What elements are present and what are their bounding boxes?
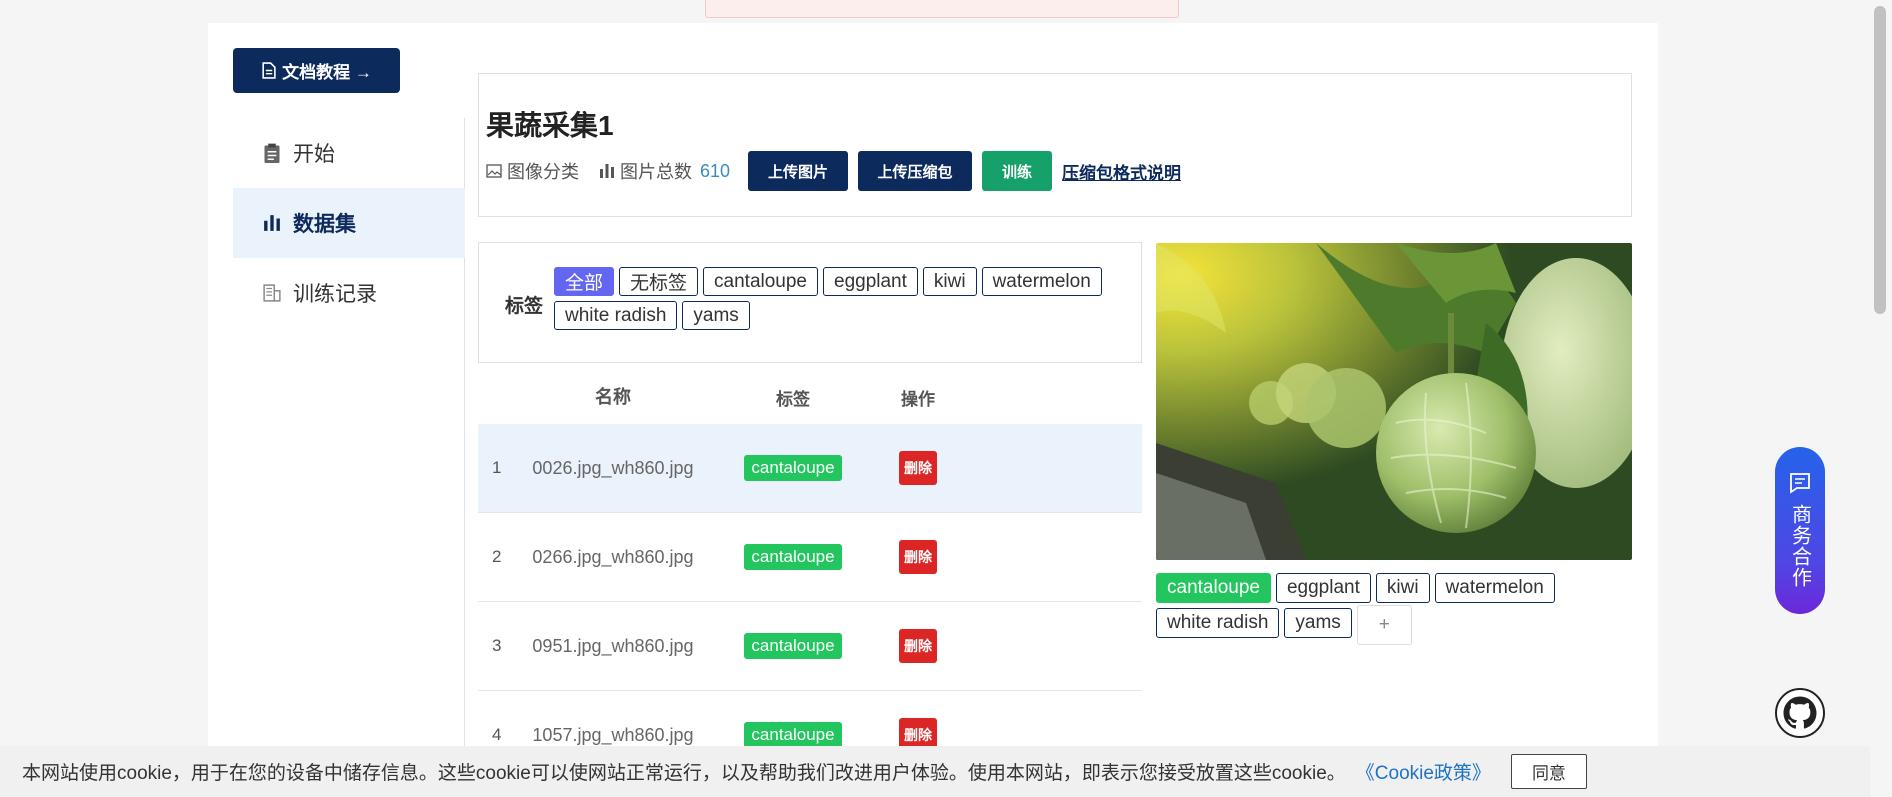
sidebar-item-training-records[interactable]: 训练记录 <box>233 258 465 328</box>
row-label-badge: cantaloupe <box>744 544 842 570</box>
docs-tutorial-button[interactable]: 文档教程 → <box>233 48 400 93</box>
tag-filter-eggplant[interactable]: eggplant <box>823 267 918 296</box>
tag-filter-kiwi[interactable]: kiwi <box>922 267 977 296</box>
table-header: 名称 标签 操作 <box>478 370 1142 424</box>
cookie-text: 本网站使用cookie，用于在您的设备中储存信息。这些cookie可以使网站正常… <box>22 763 1346 784</box>
zip-format-link[interactable]: 压缩包格式说明 <box>1062 159 1181 184</box>
row-label-badge: cantaloupe <box>744 633 842 659</box>
row-filename: 0026.jpg_wh860.jpg <box>532 458 694 478</box>
dataset-type-label: 图像分类 <box>507 162 579 182</box>
business-cooperation-button[interactable]: 商务合作 <box>1775 447 1825 614</box>
tag-filter-white-radish[interactable]: white radish <box>554 301 678 330</box>
document-icon <box>262 62 276 79</box>
sidebar-item-dataset[interactable]: 数据集 <box>233 188 465 258</box>
dataset-type: 图像分类 <box>486 158 579 184</box>
image-table: 名称 标签 操作 1 0026.jpg_wh860.jpg cantaloupe… <box>478 370 1142 780</box>
row-index: 3 <box>492 636 502 655</box>
preview-tag-yams[interactable]: yams <box>1284 608 1352 638</box>
preview-tag-watermelon[interactable]: watermelon <box>1434 573 1555 603</box>
sidebar: 开始 数据集 训练记录 <box>233 118 465 328</box>
bar-chart-icon <box>600 164 614 178</box>
row-filename: 0266.jpg_wh860.jpg <box>532 547 694 567</box>
table-row[interactable]: 3 0951.jpg_wh860.jpg cantaloupe 删除 <box>478 602 1142 691</box>
tags-label: 标签 <box>505 296 544 317</box>
label-header: 标签 <box>776 389 810 409</box>
dataset-count-label: 图片总数 <box>620 162 692 182</box>
cookie-policy-link[interactable]: 《Cookie政策》 <box>1356 758 1491 785</box>
image-icon <box>486 164 502 178</box>
tag-filter-cantaloupe[interactable]: cantaloupe <box>703 267 818 296</box>
preview-tag-kiwi[interactable]: kiwi <box>1375 573 1430 603</box>
row-filename: 0951.jpg_wh860.jpg <box>532 636 694 656</box>
sidebar-item-start[interactable]: 开始 <box>233 118 465 188</box>
delete-button[interactable]: 删除 <box>899 540 937 574</box>
upload-zip-button[interactable]: 上传压缩包 <box>858 151 973 191</box>
github-logo-icon <box>1783 696 1817 729</box>
row-index: 1 <box>492 458 502 477</box>
tag-filter-panel: 标签 全部 无标签 cantaloupe eggplant kiwi water… <box>478 242 1142 363</box>
preview-tag-white-radish[interactable]: white radish <box>1156 608 1280 638</box>
cantaloupe-photo <box>1156 243 1632 560</box>
tag-filter-yams[interactable]: yams <box>682 301 750 330</box>
tag-filter-watermelon[interactable]: watermelon <box>981 267 1102 296</box>
tag-filter-all[interactable]: 全部 <box>554 267 615 296</box>
page-scrollbar[interactable] <box>1874 6 1886 314</box>
preview-tag-list: cantaloupe eggplant kiwi watermelon whit… <box>1156 573 1632 645</box>
cookie-agree-button[interactable]: 同意 <box>1510 754 1587 789</box>
table-row[interactable]: 1 0026.jpg_wh860.jpg cantaloupe 删除 <box>478 424 1142 513</box>
sidebar-item-label: 训练记录 <box>293 283 377 306</box>
preview-tag-eggplant[interactable]: eggplant <box>1275 573 1371 603</box>
train-button[interactable]: 训练 <box>982 151 1053 191</box>
add-tag-button[interactable]: + <box>1356 605 1412 645</box>
row-label-badge: cantaloupe <box>744 722 842 748</box>
preview-tag-cantaloupe[interactable]: cantaloupe <box>1156 573 1271 603</box>
top-alert-bar <box>705 0 1179 18</box>
tag-filter-list: 全部 无标签 cantaloupe eggplant kiwi watermel… <box>554 267 1114 330</box>
dataset-meta: 图像分类 图片总数 610 上传图片 上传压缩包 训练 压缩包格式说明 <box>486 151 1181 191</box>
dataset-header: 果蔬采集1 图像分类 图片总数 610 上传图片 上传压缩包 训练 压缩包格式说… <box>478 73 1632 217</box>
dataset-count: 图片总数 <box>599 158 692 184</box>
docs-tutorial-label: 文档教程 → <box>282 63 372 82</box>
clipboard-icon <box>264 143 280 163</box>
sidebar-item-label: 数据集 <box>293 213 356 236</box>
cookie-banner: 本网站使用cookie，用于在您的设备中储存信息。这些cookie可以使网站正常… <box>0 746 1870 797</box>
row-index: 2 <box>492 547 502 566</box>
name-header: 名称 <box>595 387 631 407</box>
document-icon <box>263 284 281 302</box>
action-header: 操作 <box>901 389 935 409</box>
row-index: 4 <box>492 725 502 744</box>
row-label-badge: cantaloupe <box>744 455 842 481</box>
delete-button[interactable]: 删除 <box>899 451 937 485</box>
bar-chart-icon <box>264 215 280 231</box>
tag-filter-unlabeled[interactable]: 无标签 <box>619 267 699 296</box>
upload-image-button[interactable]: 上传图片 <box>748 151 849 191</box>
dataset-title: 果蔬采集1 <box>486 110 614 141</box>
image-preview <box>1156 243 1632 560</box>
delete-button[interactable]: 删除 <box>899 629 937 663</box>
sidebar-item-label: 开始 <box>293 143 335 166</box>
table-row[interactable]: 2 0266.jpg_wh860.jpg cantaloupe 删除 <box>478 513 1142 602</box>
dataset-count-value: 610 <box>700 160 731 181</box>
github-icon[interactable] <box>1775 688 1825 738</box>
message-icon <box>1790 473 1810 494</box>
business-cooperation-label: 商务合作 <box>1788 504 1811 588</box>
